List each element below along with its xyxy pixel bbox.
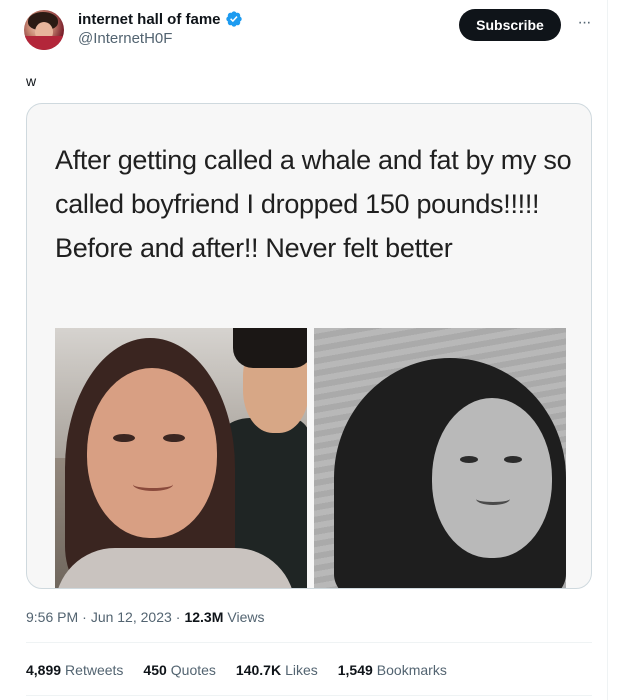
more-options-icon[interactable]: ··· [573, 10, 595, 36]
photo-woman-shoulder [55, 548, 295, 588]
retweets-count: 4,899 [26, 662, 62, 678]
photo-eye [460, 456, 478, 463]
tweet-time[interactable]: 9:56 PM [26, 609, 78, 625]
tweet-text: w [26, 73, 37, 89]
photo-mouth [476, 493, 510, 505]
author-name-row[interactable]: internet hall of fame [78, 10, 243, 28]
retweets-stat[interactable]: 4,899 Retweets [26, 662, 123, 678]
photo-mouth [133, 478, 173, 491]
avatar-clothing [24, 36, 64, 50]
tweet-media[interactable]: After getting called a whale and fat by … [26, 103, 592, 589]
likes-label: Likes [285, 662, 318, 678]
likes-stat[interactable]: 140.7K Likes [236, 662, 318, 678]
retweets-label: Retweets [65, 662, 124, 678]
author-handle[interactable]: @InternetH0F [78, 30, 172, 47]
likes-count: 140.7K [235, 662, 282, 678]
author-display-name[interactable]: internet hall of fame [78, 11, 221, 28]
tweet-date[interactable]: Jun 12, 2023 [91, 609, 172, 625]
after-photo [314, 328, 566, 588]
bookmarks-stat[interactable]: 1,549 Bookmarks [338, 662, 447, 678]
media-caption-text: After getting called a whale and fat by … [55, 145, 572, 263]
subscribe-button[interactable]: Subscribe [459, 9, 561, 41]
photo-man-hair [233, 328, 307, 368]
quotes-stat[interactable]: 450 Quotes [143, 662, 216, 678]
views-count: 12.3M [184, 609, 224, 625]
photo-eye [113, 434, 135, 442]
bookmarks-count: 1,549 [337, 662, 373, 678]
before-photo [55, 328, 307, 588]
photo-woman-face [432, 398, 552, 558]
avatar[interactable] [24, 10, 64, 50]
views-label: Views [227, 609, 265, 625]
divider [26, 695, 592, 696]
bookmarks-label: Bookmarks [376, 662, 447, 678]
photo-eye [504, 456, 522, 463]
tweet-container: internet hall of fame @InternetH0F Subsc… [0, 0, 608, 700]
tweet-meta: 9:56 PM · Jun 12, 2023 · 12.3M Views [26, 609, 264, 625]
quotes-label: Quotes [170, 662, 216, 678]
quotes-count: 450 [143, 662, 167, 678]
engagement-stats: 4,899 Retweets 450 Quotes 140.7K Likes 1… [26, 662, 447, 678]
verified-badge-icon [225, 11, 242, 27]
divider [26, 642, 592, 643]
meta-separator: · [175, 609, 181, 625]
photo-woman-face [87, 368, 217, 538]
photo-eye [163, 434, 185, 442]
meta-separator: · [82, 609, 87, 625]
